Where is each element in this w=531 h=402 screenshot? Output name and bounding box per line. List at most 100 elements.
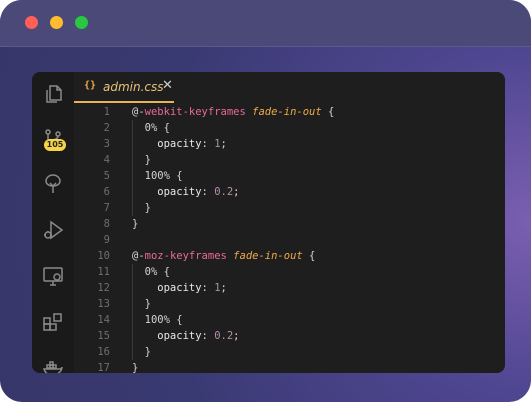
code-token: 100% { xyxy=(132,170,183,182)
code-token: } xyxy=(132,346,151,358)
code-token: ; xyxy=(220,282,227,294)
code-token: : xyxy=(201,330,215,342)
minimize-window-button[interactable] xyxy=(50,16,63,29)
code-token: moz-keyframes xyxy=(144,250,227,262)
code-text: 0% { xyxy=(132,120,170,136)
remote-monitor-icon[interactable] xyxy=(42,265,64,287)
line-number: 2 xyxy=(103,122,110,134)
code-token: } xyxy=(132,154,151,166)
code-token: opacity xyxy=(132,282,202,294)
line-number: 6 xyxy=(103,186,110,198)
code-text: } xyxy=(132,296,151,312)
line-number: 8 xyxy=(103,218,110,230)
code-token: ; xyxy=(233,186,240,198)
code-line: 5 100% { xyxy=(74,168,505,184)
code-text: @-webkit-keyframes fade-in-out { xyxy=(132,104,334,120)
line-number: 13 xyxy=(97,298,110,310)
code-text: opacity: 1; xyxy=(132,136,227,152)
code-text: } xyxy=(132,200,151,216)
code-token: { xyxy=(321,106,335,118)
code-token: opacity xyxy=(132,186,202,198)
line-number: 14 xyxy=(97,314,110,326)
extensions-icon[interactable] xyxy=(42,311,64,333)
line-number: 12 xyxy=(97,282,110,294)
code-token: fade-in-out xyxy=(233,250,303,262)
code-text: } xyxy=(132,152,151,168)
code-line: 16 } xyxy=(74,344,505,360)
line-number: 17 xyxy=(97,362,110,373)
code-line: 13 } xyxy=(74,296,505,312)
code-token: } xyxy=(132,202,151,214)
code-token: { xyxy=(302,250,316,262)
tree-icon[interactable] xyxy=(42,173,64,195)
activity-bar: 105 xyxy=(32,72,74,373)
zoom-window-button[interactable] xyxy=(75,16,88,29)
code-token: 100% { xyxy=(132,314,183,326)
code-text: } xyxy=(132,216,138,232)
run-debug-icon[interactable] xyxy=(42,219,64,241)
app-window: 10 5 {} admin.css ✕ 1 @-webkit-keyframes … xyxy=(0,0,531,402)
code-line: 12 opacity: 1; xyxy=(74,280,505,296)
docker-icon[interactable] xyxy=(42,357,64,373)
code-line: 4 } xyxy=(74,152,505,168)
title-bar xyxy=(0,0,531,47)
indent-guide xyxy=(132,120,133,216)
css-file-icon: {} xyxy=(84,80,97,91)
code-line: 14 100% { xyxy=(74,312,505,328)
indent-guide xyxy=(132,264,133,360)
close-tab-icon[interactable]: ✕ xyxy=(162,78,173,94)
code-token: 0% { xyxy=(132,266,170,278)
code-line: 6 opacity: 0.2; xyxy=(74,184,505,200)
source-control-badge: 105 xyxy=(44,139,66,151)
code-line: 8} xyxy=(74,216,505,232)
line-number: 7 xyxy=(103,202,110,214)
code-token: fade-in-out xyxy=(252,106,322,118)
code-line: 9 xyxy=(74,232,505,248)
code-token: 0.2 xyxy=(214,186,234,198)
code-area[interactable]: 1 @-webkit-keyframes fade-in-out {2 0% {3… xyxy=(74,103,505,373)
line-number: 4 xyxy=(103,154,110,166)
code-token: } xyxy=(132,362,139,373)
code-token: @- xyxy=(132,250,145,262)
tab-admin-css[interactable]: {} admin.css ✕ xyxy=(74,72,174,103)
line-number: 15 xyxy=(97,330,110,342)
code-token: opacity xyxy=(132,138,202,150)
code-token: ; xyxy=(233,330,240,342)
line-number: 3 xyxy=(103,138,110,150)
code-token: webkit-keyframes xyxy=(144,106,246,118)
code-line: 10 @-moz-keyframes fade-in-out { xyxy=(74,248,505,264)
code-text: 0% { xyxy=(132,264,170,280)
code-token: @- xyxy=(132,106,145,118)
code-text: } xyxy=(132,344,151,360)
code-token: } xyxy=(132,218,139,230)
code-line: 11 0% { xyxy=(74,264,505,280)
code-text: opacity: 1; xyxy=(132,280,227,296)
tab-bar: {} admin.css ✕ xyxy=(74,72,505,103)
code-token: : xyxy=(201,138,215,150)
files-icon[interactable] xyxy=(42,83,64,105)
code-token: : xyxy=(201,282,215,294)
tab-label: admin.css xyxy=(103,80,164,94)
line-number: 5 xyxy=(103,170,110,182)
code-line: 3 opacity: 1; xyxy=(74,136,505,152)
line-number: 10 xyxy=(97,250,110,262)
code-line: 1 @-webkit-keyframes fade-in-out { xyxy=(74,104,505,120)
code-text: } xyxy=(132,360,138,373)
line-number: 16 xyxy=(97,346,110,358)
code-line: 7 } xyxy=(74,200,505,216)
code-text: 100% { xyxy=(132,312,183,328)
code-line: 2 0% { xyxy=(74,120,505,136)
code-token: opacity xyxy=(132,330,202,342)
code-text: @-moz-keyframes fade-in-out { xyxy=(132,248,315,264)
close-window-button[interactable] xyxy=(25,16,38,29)
code-text: opacity: 0.2; xyxy=(132,328,240,344)
code-token: ; xyxy=(220,138,227,150)
code-line: 15 opacity: 0.2; xyxy=(74,328,505,344)
editor-panel: 10 5 {} admin.css ✕ 1 @-webkit-keyframes … xyxy=(32,72,505,373)
code-text: 100% { xyxy=(132,168,183,184)
code-token: 0.2 xyxy=(214,330,234,342)
line-number: 9 xyxy=(103,234,110,246)
code-line: 17} xyxy=(74,360,505,373)
code-token: 0% { xyxy=(132,122,170,134)
line-number: 11 xyxy=(97,266,110,278)
